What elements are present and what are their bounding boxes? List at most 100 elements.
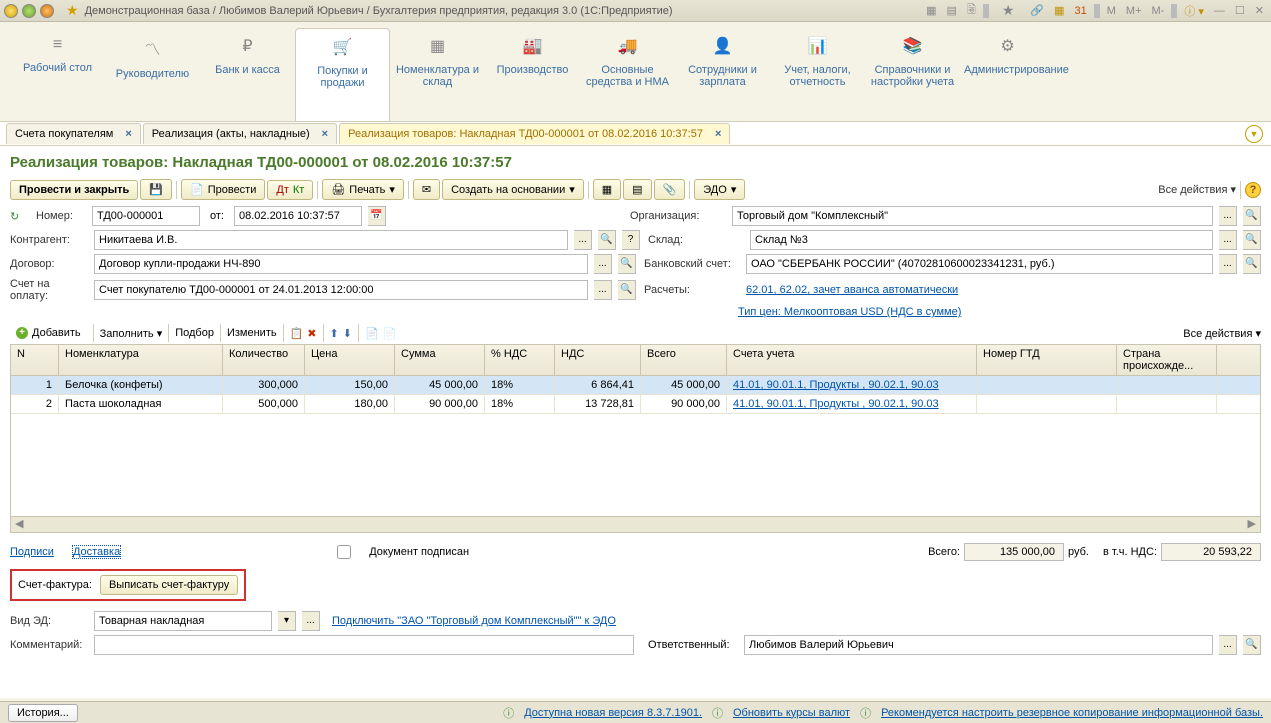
minimize-icon[interactable]: — (1211, 5, 1228, 17)
lookup-icon[interactable]: ... (1219, 206, 1237, 226)
grid-scrollbar[interactable]: ◀▶ (11, 516, 1260, 532)
help-icon[interactable]: ? (622, 230, 640, 250)
table-row[interactable]: 2 Паста шоколадная 500,000 180,00 90 000… (11, 395, 1260, 414)
star-icon[interactable]: ★ (999, 2, 1018, 19)
lookup-icon[interactable]: ... (594, 254, 612, 274)
delivery-link[interactable]: Доставка (72, 545, 121, 559)
invoice-ref-field[interactable]: Счет покупателю ТД00-000001 от 24.01.201… (94, 280, 588, 300)
edo-button[interactable]: ЭДО ▾ (694, 179, 745, 200)
col-price[interactable]: Цена (305, 345, 395, 375)
nav-desktop[interactable]: ≡Рабочий стол (10, 28, 105, 121)
accounts-link[interactable]: 41.01, 90.01.1, Продукты , 90.02.1, 90.0… (733, 379, 939, 391)
tool-icon[interactable]: 🔗 (1027, 4, 1047, 17)
save-button[interactable]: 💾 (140, 179, 172, 200)
counterparty-field[interactable]: Никитаева И.В. (94, 230, 568, 250)
nav-bank[interactable]: ₽Банк и касса (200, 28, 295, 121)
lookup-icon[interactable]: ... (594, 280, 612, 300)
pricetype-link[interactable]: Тип цен: Мелкооптовая USD (НДС в сумме) (738, 306, 961, 318)
search-icon[interactable]: 🔍 (618, 280, 636, 300)
tab-invoices[interactable]: Счета покупателям× (6, 123, 141, 144)
pick-button[interactable]: Подбор (175, 327, 214, 339)
email-button[interactable]: ✉ (413, 179, 440, 200)
table-row[interactable]: 1 Белочка (конфеты) 300,000 150,00 45 00… (11, 376, 1260, 395)
calendar-icon[interactable]: 📅 (368, 206, 386, 226)
col-country[interactable]: Страна происхожде... (1117, 345, 1217, 375)
signatures-link[interactable]: Подписи (10, 546, 54, 558)
doc-signed-checkbox[interactable] (337, 545, 351, 559)
circle-icon[interactable] (4, 4, 18, 18)
list-button[interactable]: ▤ (623, 179, 651, 200)
col-gtd[interactable]: Номер ГТД (977, 345, 1117, 375)
all-actions-button[interactable]: Все действия ▾ (1183, 327, 1261, 340)
up-icon[interactable]: ⬆ (330, 327, 339, 340)
responsible-field[interactable]: Любимов Валерий Юрьевич (744, 635, 1213, 655)
calculator-icon[interactable]: ▦ (1051, 4, 1067, 17)
close-icon[interactable]: × (715, 128, 721, 140)
post-button[interactable]: 📄 Провести (181, 179, 265, 200)
copy-row-icon[interactable]: 📋 (290, 327, 304, 340)
tool-icon[interactable]: 🗟 (964, 1, 979, 20)
star-icon[interactable]: ★ (66, 2, 79, 19)
tab-realization-doc[interactable]: Реализация товаров: Накладная ТД00-00000… (339, 123, 730, 144)
search-icon[interactable]: 🔍 (1243, 206, 1261, 226)
new-version-link[interactable]: Доступна новая версия 8.3.7.1901. (524, 707, 702, 719)
close-icon[interactable]: × (322, 128, 328, 140)
col-sum[interactable]: Сумма (395, 345, 485, 375)
circle-icon[interactable] (40, 4, 54, 18)
lookup-icon[interactable]: ... (1219, 635, 1237, 655)
info-icon[interactable]: ⓘ ▾ (1181, 3, 1207, 19)
backup-link[interactable]: Рекомендуется настроить резервное копиро… (881, 707, 1263, 719)
col-vat-percent[interactable]: % НДС (485, 345, 555, 375)
calendar-icon[interactable]: 31 (1071, 5, 1089, 17)
tab-realization-list[interactable]: Реализация (акты, накладные)× (143, 123, 337, 144)
col-total[interactable]: Всего (641, 345, 727, 375)
lookup-icon[interactable]: ... (574, 230, 592, 250)
create-based-button[interactable]: Создать на основании ▾ (442, 179, 584, 200)
lookup-icon[interactable]: ... (302, 611, 320, 631)
col-nomenclature[interactable]: Номенклатура (59, 345, 223, 375)
ed-type-field[interactable]: Товарная накладная (94, 611, 272, 631)
col-vat[interactable]: НДС (555, 345, 641, 375)
circle-icon[interactable] (22, 4, 36, 18)
create-invoice-button[interactable]: Выписать счет-фактуру (100, 575, 238, 595)
search-icon[interactable]: 🔍 (1243, 635, 1261, 655)
accounts-link[interactable]: 41.01, 90.01.1, Продукты , 90.02.1, 90.0… (733, 398, 939, 410)
nav-directories[interactable]: 📚Справочники и настройки учета (865, 28, 960, 121)
all-actions-button[interactable]: Все действия ▾ (1158, 183, 1236, 196)
m-plus-btn[interactable]: M+ (1123, 5, 1145, 17)
delete-row-icon[interactable]: ✖ (307, 327, 316, 340)
rates-link[interactable]: Обновить курсы валют (733, 707, 850, 719)
close-icon[interactable]: × (125, 128, 131, 140)
bank-field[interactable]: ОАО "СБЕРБАНК РОССИИ" (40702810600023341… (746, 254, 1213, 274)
search-icon[interactable]: 🔍 (1243, 230, 1261, 250)
tabs-dropdown[interactable]: ▼ (1245, 125, 1263, 143)
lookup-icon[interactable]: ... (1219, 254, 1237, 274)
fill-button[interactable]: Заполнить ▾ (100, 327, 163, 340)
contract-field[interactable]: Договор купли-продажи НЧ-890 (94, 254, 588, 274)
tool-icon[interactable]: ▤ (944, 4, 960, 17)
nav-admin[interactable]: ⚙Администрирование (960, 28, 1055, 121)
search-icon[interactable]: 🔍 (1243, 254, 1261, 274)
tool-icon[interactable]: ▦ (923, 4, 939, 17)
calc-link[interactable]: 62.01, 62.02, зачет аванса автоматически (746, 284, 958, 296)
history-button[interactable]: История... (8, 704, 78, 722)
nav-hr[interactable]: 👤Сотрудники и зарплата (675, 28, 770, 121)
dropdown-icon[interactable]: ▾ (278, 611, 296, 631)
nav-tax[interactable]: 📊Учет, налоги, отчетность (770, 28, 865, 121)
nav-production[interactable]: 🏭Производство (485, 28, 580, 121)
print-button[interactable]: 🖨 Печать ▾ (322, 179, 404, 200)
maximize-icon[interactable]: ☐ (1232, 4, 1248, 17)
search-icon[interactable]: 🔍 (598, 230, 616, 250)
post-and-close-button[interactable]: Провести и закрыть (10, 180, 138, 200)
comment-field[interactable] (94, 635, 634, 655)
col-accounts[interactable]: Счета учета (727, 345, 977, 375)
lookup-icon[interactable]: ... (1219, 230, 1237, 250)
copy-icon[interactable]: 📄 (365, 327, 379, 340)
col-n[interactable]: N (11, 345, 59, 375)
nav-management[interactable]: 〽Руководителю (105, 28, 200, 121)
org-field[interactable]: Торговый дом "Комплексный" (732, 206, 1213, 226)
refresh-icon[interactable]: ↻ (10, 210, 30, 223)
help-icon[interactable]: ? (1245, 182, 1261, 198)
m-minus-btn[interactable]: M- (1149, 5, 1168, 17)
col-qty[interactable]: Количество (223, 345, 305, 375)
